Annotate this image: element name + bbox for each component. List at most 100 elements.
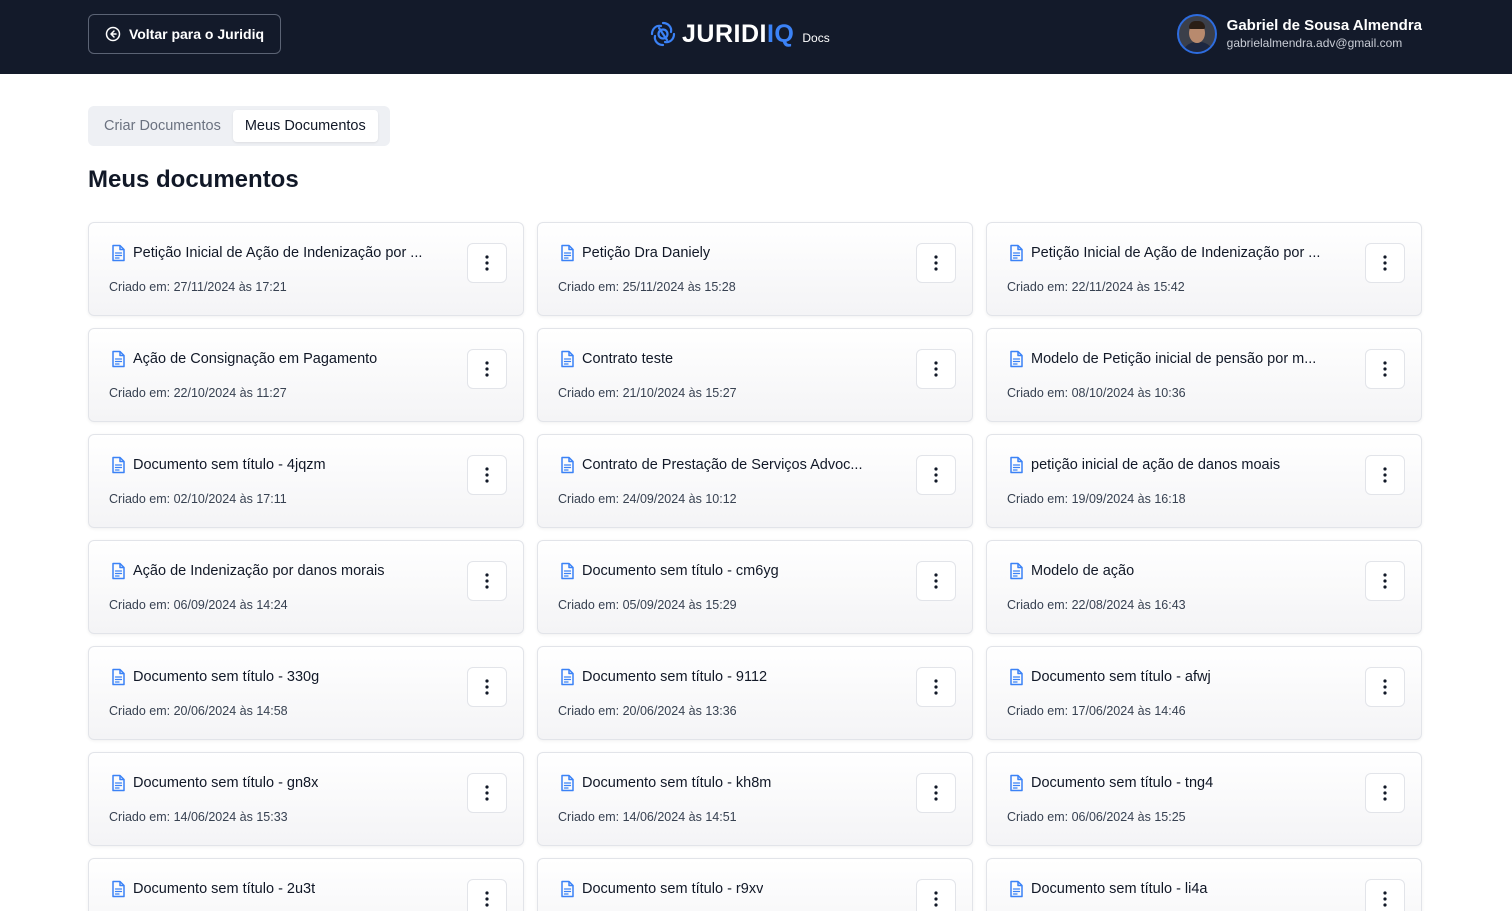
document-options-button[interactable]: [1365, 667, 1405, 707]
document-options-button[interactable]: [1365, 773, 1405, 813]
juridiq-logo[interactable]: JURIDIIQ Docs: [648, 18, 830, 50]
document-icon: [561, 668, 574, 686]
document-title-text: Contrato de Prestação de Serviços Advoc.…: [582, 457, 863, 473]
document-options-button[interactable]: [916, 243, 956, 283]
document-options-button[interactable]: [916, 455, 956, 495]
document-card[interactable]: Documento sem título - afwj Criado em: 1…: [986, 646, 1422, 740]
document-card[interactable]: Ação de Indenização por danos morais Cri…: [88, 540, 524, 634]
logo-subtitle: Docs: [802, 31, 830, 45]
document-options-button[interactable]: [916, 561, 956, 601]
document-icon: [1010, 562, 1023, 580]
document-card[interactable]: Documento sem título - r9xv: [537, 858, 973, 911]
document-options-button[interactable]: [1365, 879, 1405, 911]
document-title-text: Documento sem título - cm6yg: [582, 563, 779, 579]
document-title: Documento sem título - 4jqzm: [109, 456, 433, 474]
document-options-button[interactable]: [1365, 349, 1405, 389]
more-vertical-icon: [485, 573, 489, 589]
document-options-button[interactable]: [467, 455, 507, 495]
document-card[interactable]: Documento sem título - gn8x Criado em: 1…: [88, 752, 524, 846]
document-options-button[interactable]: [916, 349, 956, 389]
documents-tabs: Criar Documentos Meus Documentos: [88, 106, 390, 146]
document-card[interactable]: Documento sem título - 4jqzm Criado em: …: [88, 434, 524, 528]
document-title-text: Documento sem título - 2u3t: [133, 881, 316, 897]
document-options-button[interactable]: [1365, 455, 1405, 495]
document-card[interactable]: Petição Inicial de Ação de Indenização p…: [986, 222, 1422, 316]
document-options-button[interactable]: [467, 349, 507, 389]
document-options-button[interactable]: [1365, 243, 1405, 283]
document-options-button[interactable]: [467, 879, 507, 911]
arrow-left-circle-icon: [105, 26, 121, 42]
document-icon: [561, 244, 574, 262]
back-button-label: Voltar para o Juridiq: [128, 26, 265, 42]
document-card[interactable]: Documento sem título - cm6yg Criado em: …: [537, 540, 973, 634]
document-title-text: Petição Inicial de Ação de Indenização p…: [133, 245, 423, 261]
tab-meus-documentos[interactable]: Meus Documentos: [232, 110, 378, 142]
document-created-date: Criado em: 27/11/2024 às 17:21: [109, 280, 287, 294]
document-options-button[interactable]: [467, 561, 507, 601]
document-card[interactable]: Modelo de Petição inicial de pensão por …: [986, 328, 1422, 422]
document-title: Modelo de Petição inicial de pensão por …: [1007, 350, 1331, 368]
avatar[interactable]: [1176, 14, 1217, 54]
document-created-date: Criado em: 05/09/2024 às 15:29: [558, 598, 737, 612]
more-vertical-icon: [485, 361, 489, 377]
document-title-text: Documento sem título - r9xv: [582, 881, 764, 897]
document-card[interactable]: Petição Inicial de Ação de Indenização p…: [88, 222, 524, 316]
document-title-text: Documento sem título - 9112: [582, 669, 768, 685]
document-card[interactable]: Modelo de ação Criado em: 22/08/2024 às …: [986, 540, 1422, 634]
document-title: Ação de Indenização por danos morais: [109, 562, 433, 580]
document-options-button[interactable]: [467, 773, 507, 813]
document-options-button[interactable]: [916, 879, 956, 911]
document-title-text: Documento sem título - 330g: [133, 669, 320, 685]
document-title: Documento sem título - tng4: [1007, 774, 1331, 792]
document-card[interactable]: petição inicial de ação de danos moais C…: [986, 434, 1422, 528]
more-vertical-icon: [934, 891, 938, 907]
document-card[interactable]: Documento sem título - kh8m Criado em: 1…: [537, 752, 973, 846]
document-icon: [1010, 774, 1023, 792]
document-card[interactable]: Documento sem título - li4a: [986, 858, 1422, 911]
more-vertical-icon: [485, 679, 489, 695]
document-created-date: Criado em: 20/06/2024 às 14:58: [109, 704, 288, 718]
document-card[interactable]: Documento sem título - 2u3t: [88, 858, 524, 911]
back-to-juridiq-button[interactable]: Voltar para o Juridiq: [88, 14, 281, 54]
user-email: gabrielalmendra.adv@gmail.com: [1226, 36, 1403, 50]
more-vertical-icon: [1383, 361, 1387, 377]
document-title: Modelo de ação: [1007, 562, 1331, 580]
document-created-date: Criado em: 22/11/2024 às 15:42: [1007, 280, 1185, 294]
document-title-text: Ação de Indenização por danos morais: [133, 563, 385, 579]
document-title-text: Modelo de ação: [1031, 563, 1135, 579]
document-card[interactable]: Contrato teste Criado em: 21/10/2024 às …: [537, 328, 973, 422]
document-title: Documento sem título - 9112: [558, 668, 882, 686]
document-options-button[interactable]: [467, 667, 507, 707]
document-icon: [1010, 456, 1023, 474]
document-card[interactable]: Ação de Consignação em Pagamento Criado …: [88, 328, 524, 422]
more-vertical-icon: [485, 785, 489, 801]
document-options-button[interactable]: [916, 773, 956, 813]
document-icon: [561, 350, 574, 368]
document-icon: [1010, 880, 1023, 898]
document-created-date: Criado em: 25/11/2024 às 15:28: [558, 280, 736, 294]
more-vertical-icon: [1383, 785, 1387, 801]
document-created-date: Criado em: 19/09/2024 às 16:18: [1007, 492, 1186, 506]
more-vertical-icon: [1383, 255, 1387, 271]
document-icon: [561, 774, 574, 792]
user-profile[interactable]: Gabriel de Sousa Almendra gabrielalmendr…: [1176, 14, 1422, 54]
document-options-button[interactable]: [467, 243, 507, 283]
document-card[interactable]: Documento sem título - 330g Criado em: 2…: [88, 646, 524, 740]
document-created-date: Criado em: 22/08/2024 às 16:43: [1007, 598, 1186, 612]
document-card[interactable]: Petição Dra Daniely Criado em: 25/11/202…: [537, 222, 973, 316]
document-title: Documento sem título - afwj: [1007, 668, 1331, 686]
more-vertical-icon: [934, 467, 938, 483]
document-created-date: Criado em: 22/10/2024 às 11:27: [109, 386, 287, 400]
document-card[interactable]: Documento sem título - 9112 Criado em: 2…: [537, 646, 973, 740]
logo-wordmark: JURIDIIQ: [682, 19, 795, 48]
document-title-text: Petição Inicial de Ação de Indenização p…: [1031, 245, 1321, 261]
document-created-date: Criado em: 14/06/2024 às 15:33: [109, 810, 288, 824]
document-card[interactable]: Contrato de Prestação de Serviços Advoc.…: [537, 434, 973, 528]
tab-criar-documentos[interactable]: Criar Documentos: [92, 110, 233, 142]
document-options-button[interactable]: [1365, 561, 1405, 601]
document-created-date: Criado em: 20/06/2024 às 13:36: [558, 704, 737, 718]
document-title: Petição Inicial de Ação de Indenização p…: [109, 244, 433, 262]
more-vertical-icon: [1383, 467, 1387, 483]
document-options-button[interactable]: [916, 667, 956, 707]
document-card[interactable]: Documento sem título - tng4 Criado em: 0…: [986, 752, 1422, 846]
